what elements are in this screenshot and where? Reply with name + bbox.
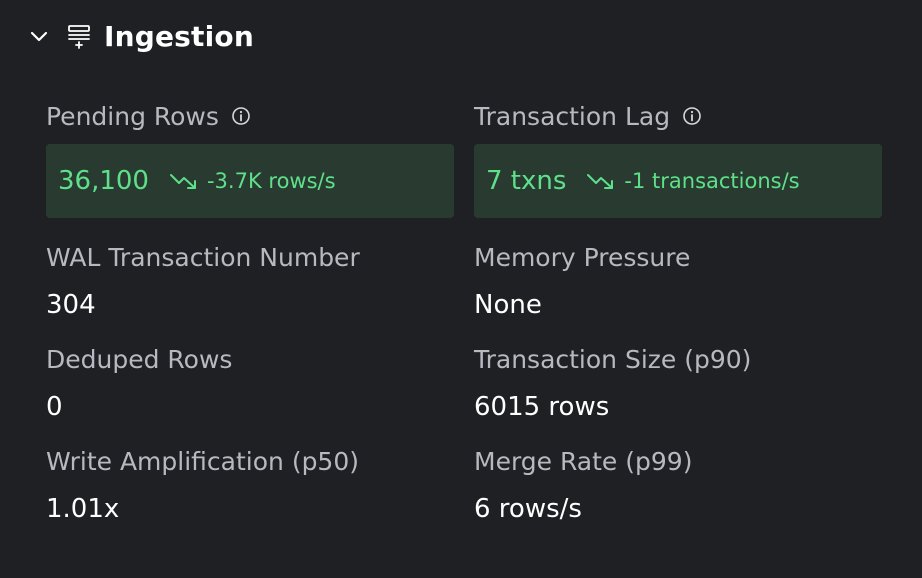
wal-transaction-number-label: WAL Transaction Number: [46, 242, 360, 272]
transaction-size-label: Transaction Size (p90): [474, 344, 752, 374]
memory-pressure-value: None: [474, 290, 542, 320]
metric-wal-transaction-number: WAL Transaction Number 304: [46, 240, 454, 322]
trending-down-icon: [169, 169, 201, 193]
metric-write-amplification: Write Amplification (p50) 1.01x: [46, 444, 454, 526]
ingestion-panel: Ingestion Pending Rows 36,100 -3.7K rows…: [0, 0, 922, 578]
trending-down-icon: [586, 169, 618, 193]
transaction-lag-value: 7 txns: [486, 166, 567, 196]
section-header[interactable]: Ingestion: [28, 14, 254, 58]
merge-rate-label: Merge Rate (p99): [474, 446, 693, 476]
metrics-column-left: Pending Rows 36,100 -3.7K rows/s WAL Tra…: [46, 96, 454, 526]
deduped-rows-value: 0: [46, 392, 63, 422]
pending-rows-trend: -3.7K rows/s: [206, 169, 336, 193]
info-icon[interactable]: [231, 106, 251, 126]
metric-transaction-size: Transaction Size (p90) 6015 rows: [474, 342, 882, 424]
transaction-lag-trend: -1 transactions/s: [624, 169, 800, 193]
pending-rows-label: Pending Rows: [46, 101, 219, 131]
transaction-lag-label: Transaction Lag: [474, 101, 671, 131]
info-icon[interactable]: [682, 106, 702, 126]
metric-pending-rows: Pending Rows 36,100 -3.7K rows/s: [46, 96, 454, 218]
section-title: Ingestion: [104, 19, 255, 53]
chevron-down-icon[interactable]: [28, 25, 50, 47]
memory-pressure-label: Memory Pressure: [474, 242, 691, 272]
transaction-size-value: 6015 rows: [474, 392, 610, 422]
merge-rate-value: 6 rows/s: [474, 494, 582, 524]
wal-transaction-number-value: 304: [46, 290, 96, 320]
metric-merge-rate: Merge Rate (p99) 6 rows/s: [474, 444, 882, 526]
transaction-lag-highlight: 7 txns -1 transactions/s: [474, 144, 882, 218]
metric-memory-pressure: Memory Pressure None: [474, 240, 882, 322]
deduped-rows-label: Deduped Rows: [46, 344, 233, 374]
metric-deduped-rows: Deduped Rows 0: [46, 342, 454, 424]
write-amplification-label: Write Amplification (p50): [46, 446, 360, 476]
pending-rows-highlight: 36,100 -3.7K rows/s: [46, 144, 454, 218]
metric-transaction-lag: Transaction Lag 7 txns -1 transactions/s: [474, 96, 882, 218]
metrics-column-right: Transaction Lag 7 txns -1 transactions/s…: [474, 96, 882, 526]
write-amplification-value: 1.01x: [46, 494, 120, 524]
stack-add-icon: [66, 23, 92, 49]
pending-rows-value: 36,100: [58, 166, 149, 196]
